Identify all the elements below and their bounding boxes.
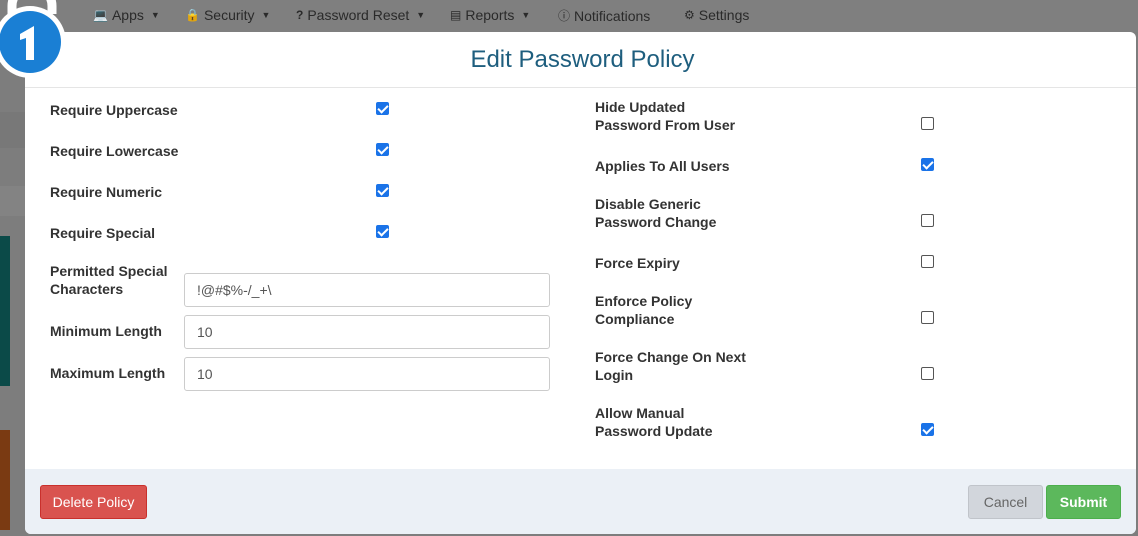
background-panel [0, 112, 28, 148]
minimum-length-label: Minimum Length [50, 323, 162, 339]
disable-generic-label-line1: Disable Generic [595, 196, 701, 212]
maximum-length-input[interactable] [184, 357, 550, 391]
force-expiry-checkbox[interactable] [921, 255, 934, 268]
nav-notifications[interactable]: ⓘ Notifications [558, 7, 650, 24]
question-icon: ? [296, 8, 304, 22]
require-uppercase-checkbox[interactable] [376, 102, 389, 115]
nav-security[interactable]: 🔒 Security ▼ [185, 7, 270, 23]
require-lowercase-checkbox[interactable] [376, 143, 389, 156]
hide-updated-checkbox[interactable] [921, 117, 934, 130]
nav-settings-label: Settings [698, 7, 750, 23]
force-expiry-label: Force Expiry [595, 255, 680, 271]
require-numeric-label: Require Numeric [50, 184, 163, 200]
nav-password-reset-label: Password Reset [307, 7, 410, 23]
nav-reports[interactable]: ▤ Reports ▼ [450, 7, 530, 23]
permitted-special-label-line2: Characters [50, 281, 124, 297]
allow-manual-label-line2: Password Update [595, 423, 713, 439]
hide-updated-label: Hide Updated Password From User [595, 98, 735, 134]
hide-updated-label-line1: Hide Updated [595, 99, 686, 115]
top-nav: 💻 Apps ▼ 🔒 Security ▼ ? Password Reset ▼… [0, 0, 1138, 32]
nav-password-reset[interactable]: ? Password Reset ▼ [296, 7, 425, 23]
enforce-policy-checkbox[interactable] [921, 311, 934, 324]
nav-settings[interactable]: ⚙ Settings [684, 7, 749, 23]
nav-security-label: Security [203, 7, 255, 23]
lock-icon: 🔒 [185, 8, 200, 22]
require-lowercase-label: Require Lowercase [50, 143, 179, 159]
disable-generic-label-line2: Password Change [595, 214, 717, 230]
caret-down-icon: ▼ [416, 10, 426, 20]
dialog-footer: Delete Policy Cancel Submit [25, 469, 1136, 534]
app-logo-icon [0, 0, 66, 78]
permitted-special-label: Permitted Special Characters [50, 262, 168, 298]
dialog-body: Require Uppercase Require Lowercase Requ… [25, 88, 1136, 469]
allow-manual-checkbox[interactable] [921, 423, 934, 436]
info-icon: ⓘ [558, 9, 571, 23]
force-change-label: Force Change On Next Login [595, 348, 746, 384]
force-change-label-line1: Force Change On Next [595, 349, 746, 365]
nav-reports-label: Reports [465, 7, 515, 23]
nav-apps[interactable]: 💻 Apps ▼ [93, 7, 160, 23]
applies-all-users-checkbox[interactable] [921, 158, 934, 171]
minimum-length-input[interactable] [184, 315, 550, 349]
report-icon: ▤ [450, 8, 462, 22]
permitted-special-input[interactable] [184, 273, 550, 307]
delete-policy-button[interactable]: Delete Policy [40, 485, 147, 519]
background-panel [0, 430, 10, 530]
enforce-policy-label-line1: Enforce Policy [595, 293, 693, 309]
dialog-title: Edit Password Policy [470, 45, 695, 73]
hide-updated-label-line2: Password From User [595, 117, 736, 133]
require-uppercase-label: Require Uppercase [50, 102, 178, 118]
submit-button[interactable]: Submit [1046, 485, 1121, 519]
disable-generic-checkbox[interactable] [921, 214, 934, 227]
edit-password-policy-dialog: Edit Password Policy Require Uppercase R… [25, 32, 1136, 534]
applies-all-users-label: Applies To All Users [595, 158, 730, 174]
background-panel [0, 186, 28, 216]
disable-generic-label: Disable Generic Password Change [595, 195, 716, 231]
laptop-icon: 💻 [93, 8, 108, 22]
nav-notifications-label: Notifications [574, 7, 651, 24]
background-panel [0, 236, 10, 386]
dialog-header: Edit Password Policy [25, 32, 1136, 88]
require-special-checkbox[interactable] [376, 225, 389, 238]
force-change-label-line2: Login [595, 367, 634, 383]
require-numeric-checkbox[interactable] [376, 184, 389, 197]
allow-manual-label-line1: Allow Manual [595, 405, 685, 421]
caret-down-icon: ▼ [261, 10, 271, 20]
permitted-special-label-line1: Permitted Special [50, 263, 168, 279]
cancel-button[interactable]: Cancel [968, 485, 1043, 519]
caret-down-icon: ▼ [150, 10, 160, 20]
force-change-checkbox[interactable] [921, 367, 934, 380]
nav-apps-label: Apps [111, 7, 144, 23]
enforce-policy-label: Enforce Policy Compliance [595, 292, 692, 328]
caret-down-icon: ▼ [521, 10, 531, 20]
maximum-length-label: Maximum Length [50, 365, 166, 381]
gear-icon: ⚙ [684, 8, 695, 22]
allow-manual-label: Allow Manual Password Update [595, 404, 712, 440]
require-special-label: Require Special [50, 225, 156, 241]
enforce-policy-label-line2: Compliance [595, 311, 675, 327]
